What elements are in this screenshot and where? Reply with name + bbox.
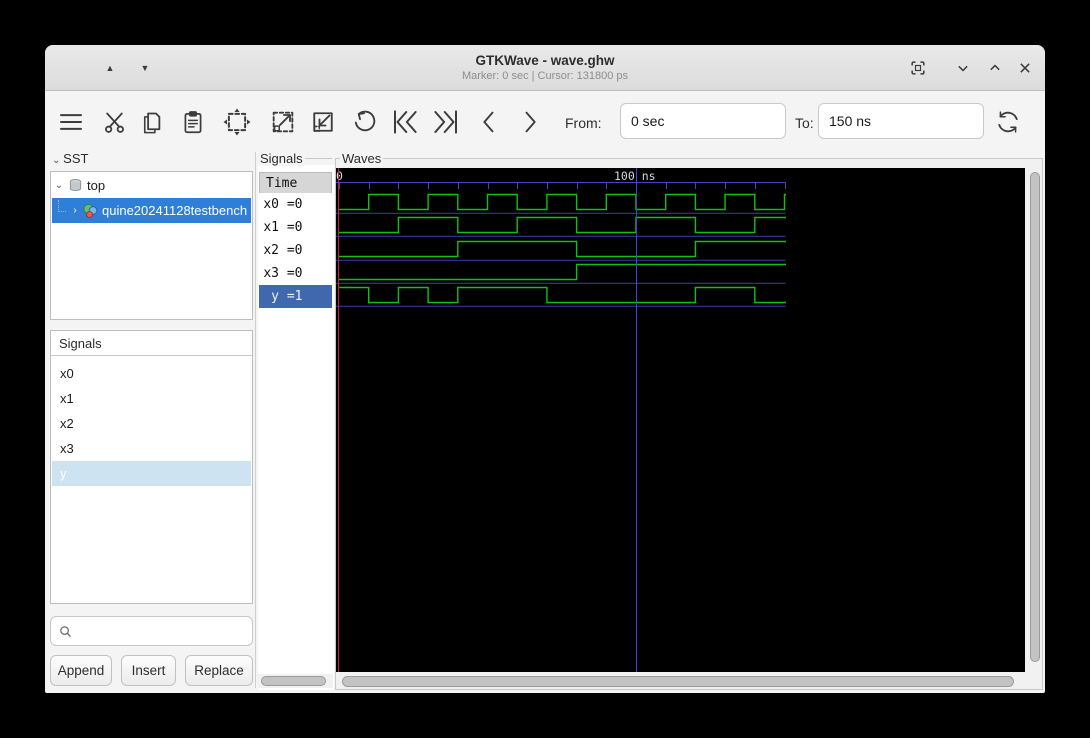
- timeline-tick: [784, 182, 786, 189]
- signal-list-panel: Signals x0 x1 x2 x3 y: [50, 330, 253, 604]
- sst-node-testbench[interactable]: › quine20241128testbench: [52, 198, 251, 223]
- signal-list-header: Signals: [51, 331, 252, 356]
- paste-icon[interactable]: [177, 106, 209, 138]
- undo-icon[interactable]: [348, 106, 380, 138]
- timeline-tick: [576, 182, 578, 189]
- signal-list-item-x1[interactable]: x1: [52, 386, 251, 411]
- signal-value-row-x0[interactable]: x0 =0: [259, 193, 332, 216]
- menu-icon[interactable]: [55, 106, 87, 138]
- signal-list: x0 x1 x2 x3 y: [51, 359, 252, 603]
- reload-icon[interactable]: [992, 106, 1024, 138]
- timeline-label: 100 ns: [614, 169, 656, 183]
- tree-guide: [58, 199, 66, 212]
- signals-values-panel: Time x0 =0 x1 =0 x2 =0 x3 =0 y =1: [258, 165, 334, 690]
- hierarchy-icon: [69, 179, 82, 192]
- wave-x3[interactable]: [336, 260, 1025, 284]
- timeline-tick: [606, 182, 608, 189]
- tree-node-label: quine20241128testbench: [102, 203, 248, 218]
- wave-y[interactable]: [336, 283, 1025, 307]
- signal-list-item-x0[interactable]: x0: [52, 361, 251, 386]
- module-icon: [83, 203, 98, 218]
- signal-value-row-x3[interactable]: x3 =0: [259, 262, 332, 285]
- titlebar-text: GTKWave - wave.ghw Marker: 0 sec | Curso…: [45, 45, 1045, 82]
- sst-tree: ⌄ top › quine20241128testbench: [50, 171, 253, 320]
- signal-value-row-x2[interactable]: x2 =0: [259, 239, 332, 262]
- search-icon: [60, 625, 71, 637]
- wave-canvas[interactable]: 0 100 ns: [336, 168, 1025, 672]
- maximize-icon[interactable]: [985, 58, 1007, 78]
- zoom-out-icon[interactable]: [307, 106, 339, 138]
- timeline-tick: [517, 182, 519, 189]
- to-start-icon[interactable]: [389, 106, 421, 138]
- signal-list-item-y[interactable]: y: [52, 461, 251, 486]
- close-icon[interactable]: [1015, 58, 1037, 78]
- to-label: To:: [795, 115, 814, 131]
- time-header[interactable]: Time: [259, 172, 332, 194]
- timeline-axis: [336, 182, 786, 183]
- signal-value-row-y[interactable]: y =1: [259, 285, 332, 308]
- timeline-tick: [695, 182, 697, 189]
- wave-x1[interactable]: [336, 213, 1025, 238]
- timeline-tick: [457, 182, 459, 189]
- minimize-icon[interactable]: [953, 58, 975, 78]
- step-right-icon[interactable]: [514, 106, 546, 138]
- from-input[interactable]: [620, 103, 786, 139]
- timeline-tick: [487, 182, 489, 189]
- fit-window-icon[interactable]: [908, 58, 930, 78]
- waves-hscrollbar[interactable]: [337, 674, 1025, 689]
- sst-node-top[interactable]: ⌄ top: [52, 173, 251, 198]
- marker-line[interactable]: [338, 168, 339, 672]
- timeline-tick: [398, 182, 400, 189]
- insert-button[interactable]: Insert: [121, 655, 176, 686]
- zoom-in-icon[interactable]: [267, 106, 299, 138]
- pane-splitter-left[interactable]: [255, 152, 256, 688]
- wave-x2[interactable]: [336, 237, 1025, 261]
- replace-button[interactable]: Replace: [185, 655, 253, 686]
- signal-list-item-x3[interactable]: x3: [52, 436, 251, 461]
- signal-search-box[interactable]: [50, 616, 253, 646]
- timeline-tick: [546, 182, 548, 189]
- copy-icon[interactable]: [135, 106, 167, 138]
- wave-x0[interactable]: [336, 190, 1025, 214]
- expander-right-icon[interactable]: ›: [68, 205, 82, 216]
- step-left-icon[interactable]: [473, 106, 505, 138]
- frame-line: [382, 158, 1041, 159]
- to-input[interactable]: [818, 103, 984, 139]
- from-label: From:: [565, 115, 602, 131]
- cut-icon[interactable]: [98, 106, 130, 138]
- to-end-icon[interactable]: [430, 106, 462, 138]
- titlebar: ▲ ▼ GTKWave - wave.ghw Marker: 0 sec | C…: [45, 45, 1045, 91]
- window-title: GTKWave - wave.ghw: [475, 53, 615, 68]
- timeline-tick: [428, 182, 430, 189]
- timeline-tick: [754, 182, 756, 189]
- signals-hscrollbar[interactable]: [258, 674, 333, 688]
- timeline-tick: [725, 182, 727, 189]
- timeline-tick: [665, 182, 667, 189]
- timeline-tick: [368, 182, 370, 189]
- waves-vscrollbar[interactable]: [1028, 170, 1042, 670]
- tree-node-label: top: [87, 178, 106, 193]
- signal-value-row-x1[interactable]: x1 =0: [259, 216, 332, 239]
- frame-line: [304, 158, 332, 159]
- zoom-fit-icon[interactable]: [221, 106, 253, 138]
- signals-frame-label: Signals: [258, 151, 305, 166]
- signal-list-item-x2[interactable]: x2: [52, 411, 251, 436]
- append-button[interactable]: Append: [50, 655, 112, 686]
- window-subtitle: Marker: 0 sec | Cursor: 131800 ps: [461, 70, 629, 82]
- waves-frame-label: Waves: [340, 151, 384, 166]
- sst-header[interactable]: ⌄ SST: [50, 151, 91, 166]
- cursor-line[interactable]: [636, 168, 637, 672]
- expander-down-icon[interactable]: ⌄: [52, 180, 66, 191]
- timeline-tick: [339, 182, 340, 189]
- gtkwave-window: ▲ ▼ GTKWave - wave.ghw Marker: 0 sec | C…: [45, 45, 1045, 693]
